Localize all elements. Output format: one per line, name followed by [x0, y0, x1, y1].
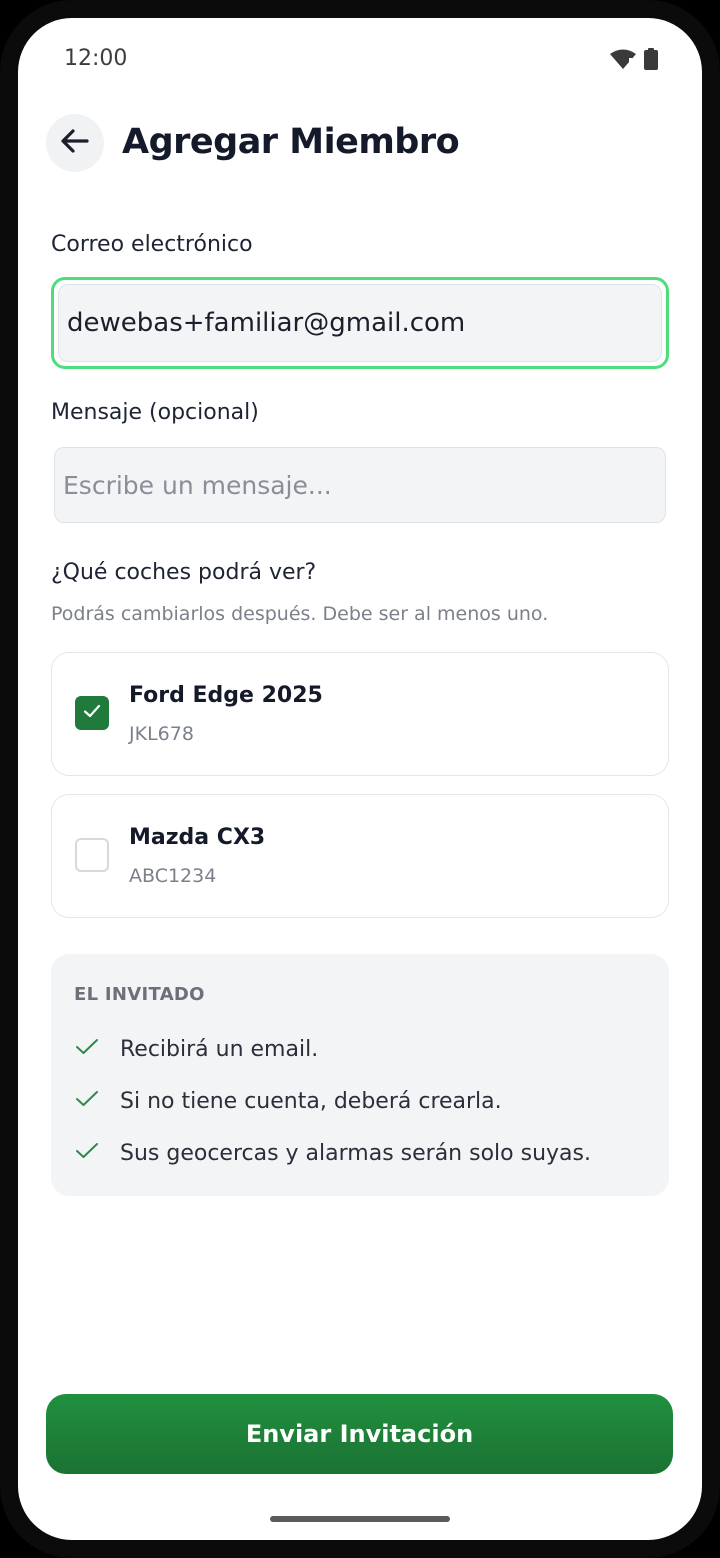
arrow-left-icon	[57, 123, 93, 163]
check-icon	[74, 1140, 100, 1166]
message-label: Mensaje (opcional)	[51, 400, 259, 425]
info-item-text: Si no tiene cuenta, deberá crearla.	[120, 1088, 502, 1114]
car-checkbox-checked[interactable]	[75, 696, 109, 730]
status-time: 12:00	[64, 46, 128, 71]
wifi-icon	[610, 48, 636, 74]
car-option-mazda-cx3[interactable]: Mazda CX3 ABC1234	[51, 794, 669, 918]
cars-question: ¿Qué coches podrá ver?	[51, 560, 317, 585]
check-icon	[74, 1036, 100, 1062]
message-field[interactable]	[54, 447, 666, 523]
car-name: Mazda CX3	[129, 825, 266, 850]
car-name: Ford Edge 2025	[129, 683, 323, 708]
car-option-ford-edge[interactable]: Ford Edge 2025 JKL678	[51, 652, 669, 776]
car-plate: JKL678	[129, 723, 194, 745]
info-item: Si no tiene cuenta, deberá crearla.	[74, 1088, 502, 1114]
info-item: Recibirá un email.	[74, 1036, 318, 1062]
car-checkbox-unchecked[interactable]	[75, 838, 109, 872]
info-item-text: Recibirá un email.	[120, 1036, 319, 1062]
battery-icon	[644, 48, 658, 74]
email-field-focus-ring	[51, 277, 669, 369]
cars-hint: Podrás cambiarlos después. Debe ser al m…	[51, 603, 549, 625]
invitee-info-box: EL INVITADO Recibirá un email. Si no tie…	[51, 954, 669, 1196]
info-item: Sus geocercas y alarmas serán solo suyas…	[74, 1140, 591, 1166]
car-plate: ABC1234	[129, 865, 217, 887]
page-title: Agregar Miembro	[122, 122, 460, 162]
checkmark-icon	[81, 700, 103, 726]
email-field[interactable]	[58, 284, 662, 362]
check-icon	[74, 1088, 100, 1114]
email-label: Correo electrónico	[51, 232, 253, 257]
status-icons	[610, 48, 658, 74]
info-item-text: Sus geocercas y alarmas serán solo suyas…	[120, 1140, 591, 1166]
send-invitation-button[interactable]: Enviar Invitación	[46, 1394, 673, 1474]
device-frame: 12:00 Agregar Miembro Correo electrónico…	[0, 0, 720, 1558]
home-indicator[interactable]	[270, 1516, 450, 1522]
info-title: EL INVITADO	[74, 984, 205, 1005]
back-button[interactable]	[46, 114, 104, 172]
screen: 12:00 Agregar Miembro Correo electrónico…	[18, 18, 702, 1540]
